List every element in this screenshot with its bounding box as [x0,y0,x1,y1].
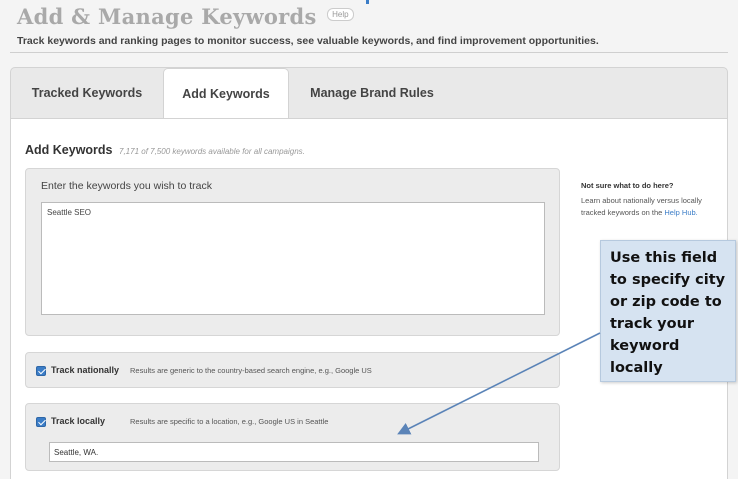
help-hub-link[interactable]: Help Hub. [664,208,697,217]
keywords-textarea[interactable] [41,202,545,315]
tab-bar: Tracked Keywords Add Keywords Manage Bra… [11,68,727,119]
track-locally-description: Results are specific to a location, e.g.… [130,417,329,426]
keywords-entry-box: Enter the keywords you wish to track [25,168,560,336]
track-nationally-label: Track nationally [51,365,120,375]
page-title: Add & Manage Keywords [17,4,317,29]
sidebar-text: Learn about nationally versus locally tr… [581,195,711,218]
add-keywords-title: Add Keywords [25,143,113,157]
help-sidebar: Not sure what to do here? Learn about na… [581,181,711,218]
track-locally-checkbox[interactable] [36,417,46,427]
help-badge[interactable]: Help [327,8,354,21]
track-nationally-checkbox[interactable] [36,366,46,376]
callout-box: Use this field to specify city or zip co… [600,240,736,382]
tab-tracked-keywords[interactable]: Tracked Keywords [11,68,163,118]
tab-manage-brand-rules[interactable]: Manage Brand Rules [289,68,455,118]
track-nationally-description: Results are generic to the country-based… [130,366,372,375]
location-input[interactable] [49,442,539,462]
track-locally-box: Track locally Results are specific to a … [25,403,560,471]
keywords-input-label: Enter the keywords you wish to track [41,180,212,192]
track-nationally-box: Track nationally Results are generic to … [25,352,560,388]
track-locally-label: Track locally [51,416,106,426]
keywords-available-note: 7,171 of 7,500 keywords available for al… [119,147,305,156]
sidebar-title: Not sure what to do here? [581,181,674,190]
page-header: Add & Manage Keywords Help Track keyword… [17,4,727,47]
add-keywords-heading: Add Keywords 7,171 of 7,500 keywords ava… [25,143,305,157]
header-divider [10,52,728,53]
callout-text: Use this field to specify city or zip co… [610,250,726,376]
page-subtitle: Track keywords and ranking pages to moni… [17,35,599,47]
tab-add-keywords[interactable]: Add Keywords [163,68,289,119]
